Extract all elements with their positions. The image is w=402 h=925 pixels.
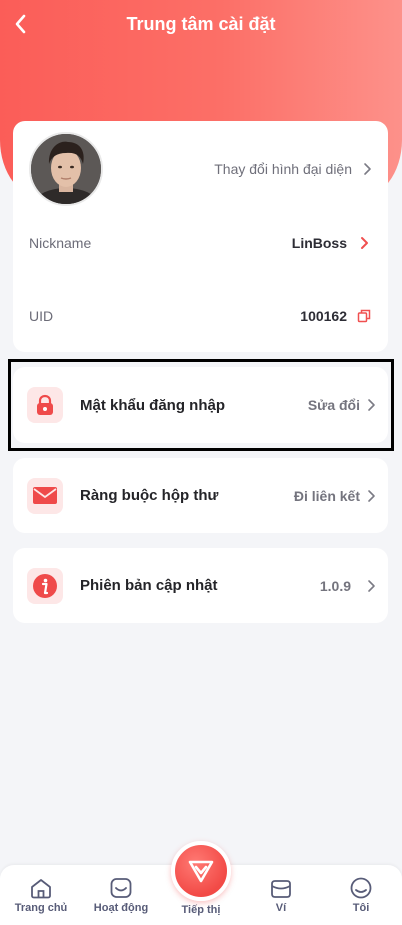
tab-label: Tôi <box>352 902 370 914</box>
marketing-center-button[interactable] <box>171 841 231 901</box>
menu-value: 1.0.9 <box>319 577 351 594</box>
tab-label: Tiếp thị <box>181 904 221 916</box>
lock-icon <box>27 387 63 423</box>
email-binding-item[interactable]: Ràng buộc hộp thư Đi liên kết <box>13 458 388 533</box>
tab-label: Hoạt động <box>93 902 149 914</box>
profile-icon <box>350 877 372 899</box>
menu-label: Mật khẩu đăng nhập <box>80 396 226 414</box>
top-bar: Trung tâm cài đặt <box>0 0 402 50</box>
mail-icon <box>27 477 63 514</box>
copy-icon[interactable] <box>357 309 371 323</box>
tab-profile[interactable]: Tôi <box>321 865 401 925</box>
chevron-right-icon <box>368 579 375 592</box>
chevron-right-icon <box>361 237 368 249</box>
chevron-right-icon <box>368 399 375 411</box>
tab-wallet[interactable]: Ví <box>241 865 321 925</box>
change-avatar-row[interactable]: Thay đổi hình đại diện <box>13 157 388 181</box>
wallet-icon <box>271 880 291 898</box>
profile-card: Thay đổi hình đại diện Nickname LinBoss … <box>13 121 388 352</box>
info-icon <box>27 567 63 604</box>
nickname-row[interactable]: Nickname LinBoss <box>13 231 388 255</box>
tab-home[interactable]: Trang chủ <box>1 865 81 925</box>
home-icon <box>31 879 51 899</box>
activity-icon <box>110 878 132 898</box>
uid-value: 100162 <box>300 308 347 324</box>
uid-label: UID <box>29 308 54 324</box>
nickname-label: Nickname <box>29 235 92 251</box>
login-password-item[interactable]: Mật khẩu đăng nhập Sửa đổi <box>13 367 388 443</box>
menu-label: Ràng buộc hộp thư <box>80 487 219 504</box>
chevron-right-icon <box>364 163 371 175</box>
tab-label: Trang chủ <box>14 902 68 914</box>
version-item[interactable]: Phiên bản cập nhật 1.0.9 <box>13 548 388 623</box>
tab-label: Ví <box>275 902 287 914</box>
chevron-right-icon <box>368 489 375 502</box>
change-avatar-label: Thay đổi hình đại diện <box>214 161 352 177</box>
menu-label: Phiên bản cập nhật <box>80 577 218 594</box>
uid-row: UID 100162 <box>13 304 388 328</box>
diamond-icon <box>188 860 214 883</box>
tab-activity[interactable]: Hoạt động <box>81 865 161 925</box>
menu-value: Đi liên kết <box>293 487 360 504</box>
nickname-value: LinBoss <box>291 235 347 251</box>
page-title: Trung tâm cài đặt <box>126 14 276 34</box>
menu-value: Sửa đổi <box>307 397 360 413</box>
